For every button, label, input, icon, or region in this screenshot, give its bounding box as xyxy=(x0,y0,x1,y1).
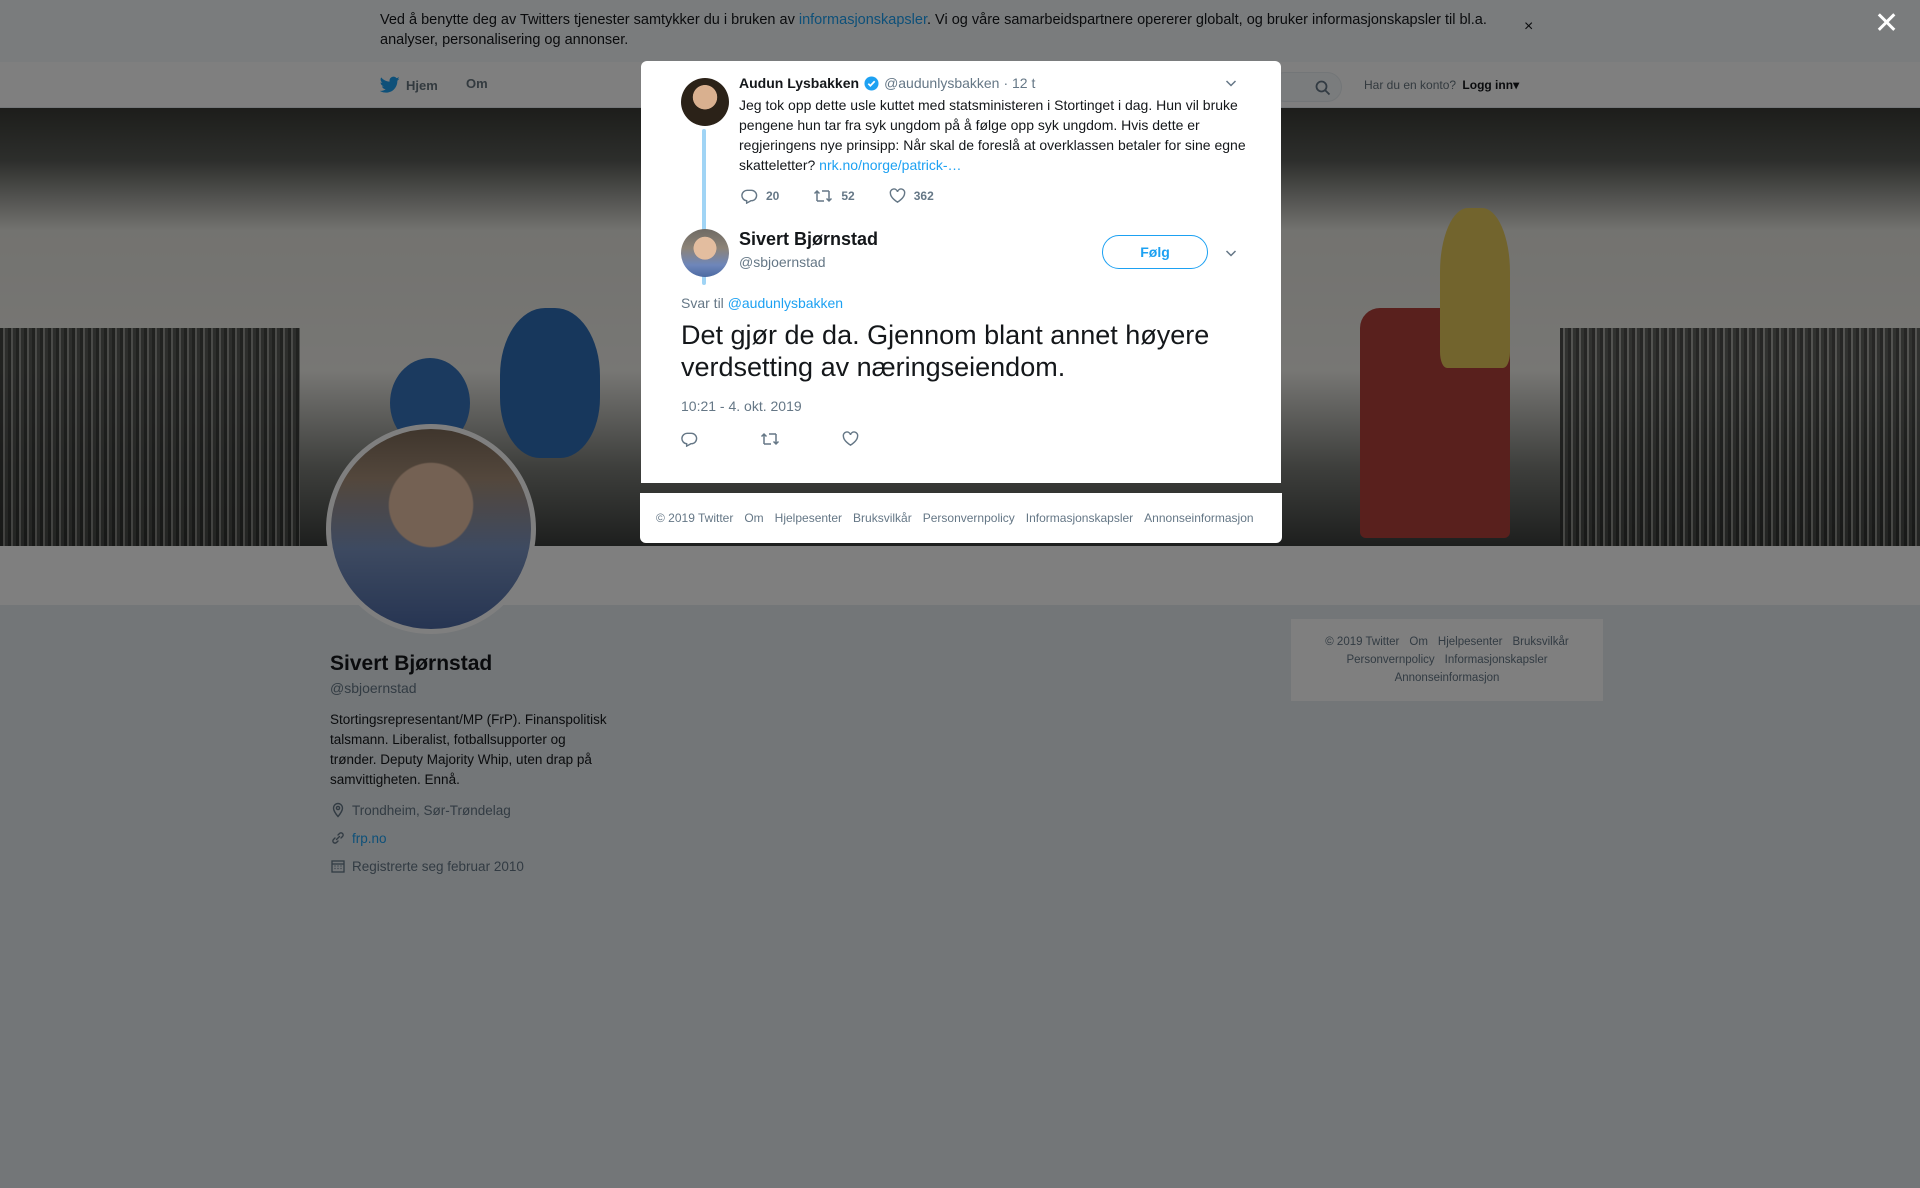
parent-tweet-time[interactable]: · 12 t xyxy=(1003,75,1035,91)
parent-tweet-body: Jeg tok opp dette usle kuttet med statsm… xyxy=(739,97,1246,173)
main-tweet-name[interactable]: Sivert Bjørnstad xyxy=(739,229,878,250)
main-tweet-handle[interactable]: @sbjoernstad xyxy=(739,254,826,270)
parent-like-button[interactable]: 362 xyxy=(889,188,934,204)
main-retweet-button[interactable] xyxy=(760,431,780,452)
parent-retweet-button[interactable]: 52 xyxy=(813,188,855,204)
modal-footer-copyright: © 2019 Twitter xyxy=(656,511,734,525)
close-icon[interactable]: ✕ xyxy=(1874,9,1899,39)
modal-footer-help[interactable]: Hjelpesenter xyxy=(775,511,842,525)
tweet-modal: Audun Lysbakken @audunlysbakken · 12 t J… xyxy=(641,61,1281,483)
like-icon xyxy=(842,431,859,446)
modal-footer: © 2019 Twitter Om Hjelpesenter Bruksvilk… xyxy=(640,493,1282,543)
retweet-icon xyxy=(814,189,833,203)
parent-tweet-link[interactable]: nrk.no/norge/patrick-… xyxy=(819,157,961,173)
chevron-down-icon[interactable] xyxy=(1224,246,1238,260)
modal-footer-terms[interactable]: Bruksvilkår xyxy=(853,511,912,525)
main-tweet-avatar[interactable] xyxy=(681,229,729,277)
reply-icon xyxy=(741,189,758,204)
main-tweet-timestamp[interactable]: 10:21 - 4. okt. 2019 xyxy=(681,398,802,414)
reply-prefix: Svar til xyxy=(681,295,728,311)
parent-reply-button[interactable]: 20 xyxy=(741,188,779,204)
retweet-icon xyxy=(760,432,780,446)
reply-icon xyxy=(681,432,698,448)
main-tweet-actions xyxy=(681,431,921,452)
verified-icon xyxy=(864,75,879,91)
main-like-button[interactable] xyxy=(842,431,859,452)
parent-tweet-avatar[interactable] xyxy=(681,78,729,126)
follow-button[interactable]: Følg xyxy=(1102,235,1208,269)
parent-reply-count: 20 xyxy=(766,189,780,203)
modal-footer-privacy[interactable]: Personvernpolicy xyxy=(923,511,1015,525)
modal-footer-about[interactable]: Om xyxy=(744,511,763,525)
modal-footer-cookies[interactable]: Informasjonskapsler xyxy=(1026,511,1133,525)
like-icon xyxy=(889,188,906,203)
parent-tweet-header: Audun Lysbakken @audunlysbakken · 12 t xyxy=(739,75,1035,91)
main-tweet-text: Det gjør de da. Gjennom blant annet høye… xyxy=(681,320,1210,382)
chevron-down-icon[interactable] xyxy=(1224,76,1238,90)
parent-like-count: 362 xyxy=(913,189,934,203)
reply-to-handle[interactable]: @audunlysbakken xyxy=(728,295,843,311)
parent-tweet-actions: 20 52 362 xyxy=(741,188,968,204)
parent-tweet-text: Jeg tok opp dette usle kuttet med statsm… xyxy=(739,95,1249,175)
main-reply-button[interactable] xyxy=(681,431,698,452)
parent-tweet-handle[interactable]: @audunlysbakken xyxy=(884,75,999,91)
modal-footer-ads[interactable]: Annonseinformasjon xyxy=(1144,511,1253,525)
parent-retweet-count: 52 xyxy=(841,189,855,203)
reply-context: Svar til @audunlysbakken xyxy=(681,295,843,311)
parent-tweet-name[interactable]: Audun Lysbakken xyxy=(739,75,859,91)
